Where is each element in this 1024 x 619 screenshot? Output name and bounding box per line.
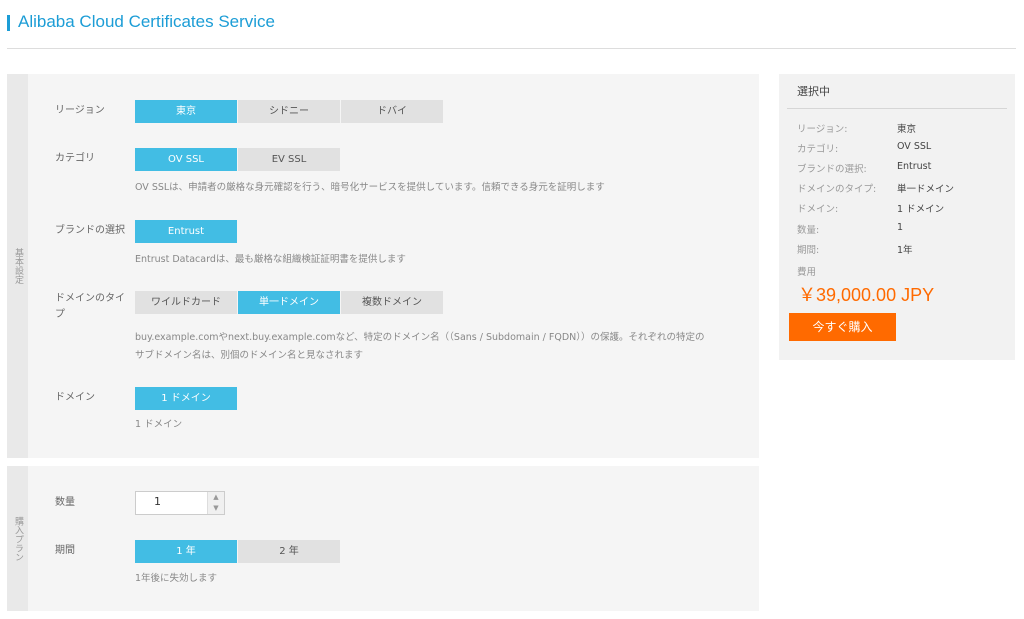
region-option-tokyo[interactable]: 東京 bbox=[135, 100, 237, 123]
quantity-label: 数量 bbox=[55, 497, 75, 508]
summary-value: 東京 bbox=[897, 124, 917, 135]
category-hint: OV SSLは、申請者の厳格な身元確認を行う、暗号化サービスを提供しています。信… bbox=[135, 182, 605, 193]
category-label: カテゴリ bbox=[55, 153, 95, 164]
domain-type-label-line2: プ bbox=[55, 309, 65, 320]
summary-value: 1年 bbox=[897, 245, 913, 256]
domain-type-hint-line1: buy.example.comやnext.buy.example.comなど、特… bbox=[135, 332, 705, 343]
quantity-stepper[interactable]: 1 ▲ ▼ bbox=[135, 491, 225, 515]
summary-key: リージョン: bbox=[797, 124, 848, 135]
summary-value: 単一ドメイン bbox=[897, 184, 955, 195]
summary-key: 数量: bbox=[797, 225, 820, 236]
domain-type-option-wildcard[interactable]: ワイルドカード bbox=[135, 291, 237, 314]
summary-value: 1 ドメイン bbox=[897, 204, 945, 215]
domain-type-hint-line2: サブドメイン名は、別個のドメイン名と見なされます bbox=[135, 350, 364, 361]
summary-key: 期間: bbox=[797, 245, 820, 256]
summary-key: ブランドの選択: bbox=[797, 164, 867, 175]
purchase-plan-tab: 購入プラン bbox=[7, 466, 28, 611]
summary-value: 1 bbox=[897, 222, 904, 233]
basic-settings-tab-label: 基本設定 bbox=[13, 248, 23, 284]
summary-key: カテゴリ: bbox=[797, 144, 839, 155]
domain-type-option-multi[interactable]: 複数ドメイン bbox=[341, 291, 443, 314]
price-value: ￥39,000.00 JPY bbox=[798, 285, 935, 305]
region-option-sydney[interactable]: シドニー bbox=[238, 100, 340, 123]
brand-label: ブランドの選択 bbox=[55, 225, 125, 236]
domain-option-one[interactable]: 1 ドメイン bbox=[135, 387, 237, 410]
page-title: Alibaba Cloud Certificates Service bbox=[18, 12, 276, 31]
category-option-ov-ssl[interactable]: OV SSL bbox=[135, 148, 237, 171]
domain-hint: 1 ドメイン bbox=[135, 419, 183, 430]
domain-type-option-single[interactable]: 単一ドメイン bbox=[238, 291, 340, 314]
region-option-dubai[interactable]: ドバイ bbox=[341, 100, 443, 123]
domain-label: ドメイン bbox=[55, 392, 95, 403]
quantity-value[interactable]: 1 bbox=[154, 495, 161, 508]
page-header: Alibaba Cloud Certificates Service bbox=[7, 11, 1016, 49]
period-hint: 1年後に失効します bbox=[135, 573, 218, 584]
summary-title: 選択中 bbox=[787, 74, 1007, 109]
summary-key: ドメイン: bbox=[797, 204, 839, 215]
quantity-stepper-arrows[interactable]: ▲ ▼ bbox=[207, 492, 224, 514]
period-label: 期間 bbox=[55, 545, 75, 556]
brand-hint: Entrust Datacardは、最も厳格な組織検証証明書を提供します bbox=[135, 254, 406, 265]
decrement-icon[interactable]: ▼ bbox=[208, 503, 224, 514]
period-option-2-years[interactable]: 2 年 bbox=[238, 540, 340, 563]
period-option-1-year[interactable]: 1 年 bbox=[135, 540, 237, 563]
brand-option-entrust[interactable]: Entrust bbox=[135, 220, 237, 243]
title-accent-bar bbox=[7, 15, 10, 31]
summary-value: Entrust bbox=[897, 161, 932, 172]
domain-type-label: ドメインのタイ プ bbox=[55, 291, 125, 323]
domain-type-label-line1: ドメインのタイ bbox=[55, 293, 125, 304]
domain-type-hint: buy.example.comやnext.buy.example.comなど、特… bbox=[135, 329, 705, 365]
summary-key: ドメインのタイプ: bbox=[797, 184, 877, 195]
fee-label: 費用 bbox=[797, 267, 817, 278]
purchase-plan-panel: 購入プラン 数量 1 ▲ ▼ 期間 1 年 2 年 1年後に失効します bbox=[7, 466, 759, 611]
buy-now-button[interactable]: 今すぐ購入 bbox=[789, 313, 896, 341]
selection-summary: 選択中 リージョン: 東京 カテゴリ: OV SSL ブランドの選択: Entr… bbox=[779, 74, 1015, 360]
region-label: リージョン bbox=[55, 105, 105, 116]
basic-settings-panel: 基本設定 リージョン 東京 シドニー ドバイ カテゴリ OV SSL EV SS… bbox=[7, 74, 759, 458]
increment-icon[interactable]: ▲ bbox=[208, 492, 224, 503]
category-option-ev-ssl[interactable]: EV SSL bbox=[238, 148, 340, 171]
purchase-plan-tab-label: 購入プラン bbox=[13, 516, 23, 561]
basic-settings-tab: 基本設定 bbox=[7, 74, 28, 458]
summary-value: OV SSL bbox=[897, 141, 932, 152]
